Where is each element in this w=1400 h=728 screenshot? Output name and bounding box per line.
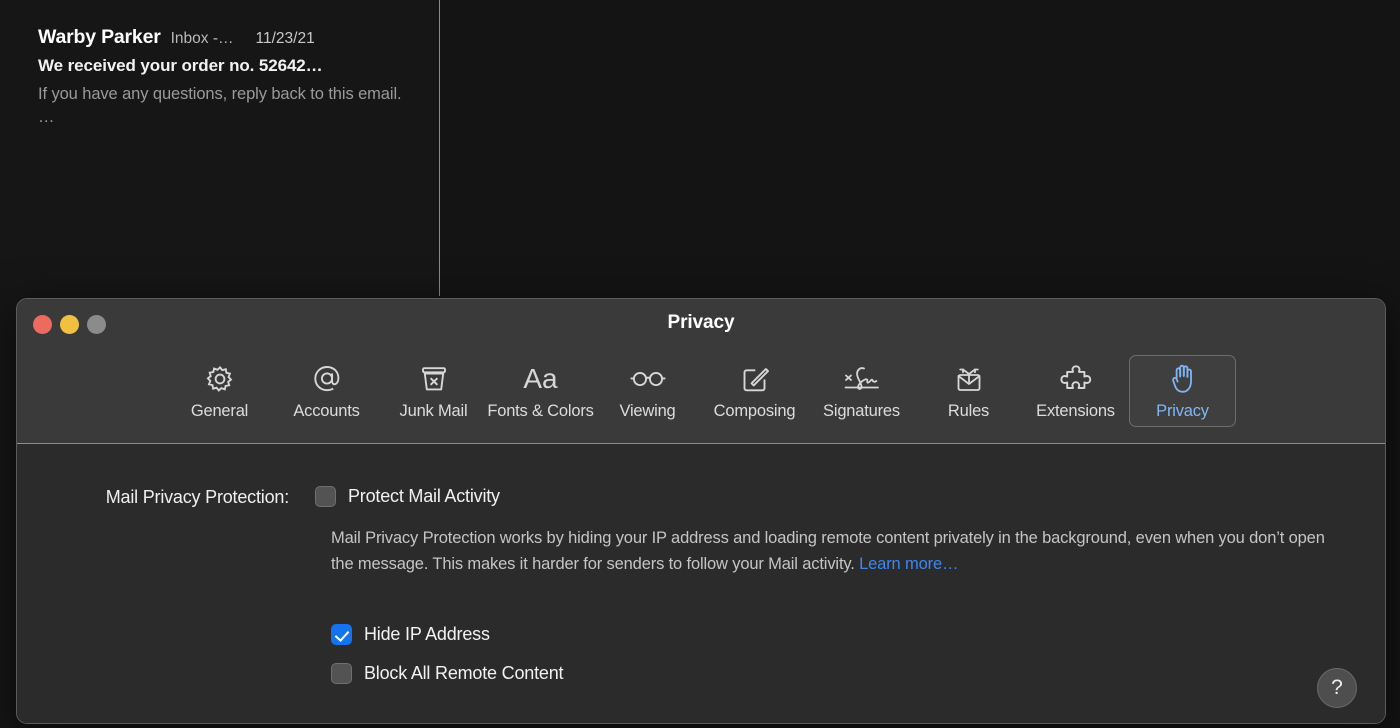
message-sender: Warby Parker (38, 26, 161, 49)
privacy-preferences-window: Privacy General Ac (16, 298, 1386, 724)
tab-rules-label: Rules (948, 402, 989, 421)
message-date: 11/23/21 (256, 30, 315, 48)
tab-rules[interactable]: Rules (915, 355, 1022, 427)
protect-mail-activity-checkbox-row[interactable]: Protect Mail Activity (315, 486, 500, 507)
gear-icon (198, 361, 242, 397)
tab-junk-mail-label: Junk Mail (400, 402, 468, 421)
tab-fonts-colors-label: Fonts & Colors (487, 402, 593, 421)
hide-ip-address-row[interactable]: Hide IP Address (331, 624, 563, 645)
aa-type-icon: Aa (519, 361, 563, 397)
protect-mail-activity-checkbox[interactable] (315, 486, 336, 507)
learn-more-link[interactable]: Learn more… (859, 555, 958, 573)
message-header-row: Warby Parker Inbox -… 11/23/21 (38, 26, 408, 49)
tab-privacy[interactable]: Privacy (1129, 355, 1236, 427)
privacy-description-text: Mail Privacy Protection works by hiding … (331, 529, 1325, 573)
privacy-settings-content: Mail Privacy Protection: Protect Mail Ac… (17, 444, 1385, 724)
tab-composing-label: Composing (714, 402, 796, 421)
tab-general-label: General (191, 402, 248, 421)
window-titlebar[interactable]: Privacy (17, 299, 1385, 349)
rules-envelope-icon (947, 361, 991, 397)
tab-viewing-label: Viewing (619, 402, 675, 421)
tab-extensions[interactable]: Extensions (1022, 355, 1129, 427)
message-mailbox: Inbox -… (171, 30, 234, 48)
protect-mail-activity-group: Protect Mail Activity (315, 486, 500, 507)
hide-ip-address-checkbox[interactable] (331, 624, 352, 645)
tab-extensions-label: Extensions (1036, 402, 1115, 421)
tab-composing[interactable]: Composing (701, 355, 808, 427)
eyeglasses-icon (626, 361, 670, 397)
signature-icon (840, 361, 884, 397)
tab-accounts[interactable]: Accounts (273, 355, 380, 427)
block-all-remote-content-row[interactable]: Block All Remote Content (331, 663, 563, 684)
block-all-remote-content-label: Block All Remote Content (364, 663, 563, 684)
protect-mail-activity-label: Protect Mail Activity (348, 486, 500, 507)
tab-accounts-label: Accounts (293, 402, 359, 421)
tab-general[interactable]: General (166, 355, 273, 427)
preferences-toolbar: General Accounts (17, 349, 1385, 444)
hide-ip-address-label: Hide IP Address (364, 624, 490, 645)
privacy-description: Mail Privacy Protection works by hiding … (331, 526, 1336, 577)
raised-hand-icon (1161, 361, 1205, 397)
tab-signatures[interactable]: Signatures (808, 355, 915, 427)
message-subject: We received your order no. 52642… (38, 56, 408, 76)
tab-privacy-label: Privacy (1156, 402, 1209, 421)
tab-signatures-label: Signatures (823, 402, 900, 421)
mail-privacy-protection-row: Mail Privacy Protection: Protect Mail Ac… (17, 486, 1385, 508)
compose-icon (733, 361, 777, 397)
mail-privacy-protection-label: Mail Privacy Protection: (17, 486, 289, 508)
list-item[interactable]: Warby Parker Inbox -… 11/23/21 We receiv… (38, 26, 408, 129)
page-title: Privacy (17, 312, 1385, 334)
block-all-remote-content-checkbox[interactable] (331, 663, 352, 684)
privacy-options-group: Hide IP Address Block All Remote Content (331, 624, 563, 702)
at-sign-icon (305, 361, 349, 397)
puzzle-piece-icon (1054, 361, 1098, 397)
screen: Warby Parker Inbox -… 11/23/21 We receiv… (0, 0, 1400, 728)
tab-viewing[interactable]: Viewing (594, 355, 701, 427)
junk-bin-icon (412, 361, 456, 397)
message-preview: If you have any questions, reply back to… (38, 83, 408, 129)
tab-fonts-colors[interactable]: Aa Fonts & Colors (487, 355, 594, 427)
help-button[interactable]: ? (1317, 668, 1357, 708)
tab-junk-mail[interactable]: Junk Mail (380, 355, 487, 427)
